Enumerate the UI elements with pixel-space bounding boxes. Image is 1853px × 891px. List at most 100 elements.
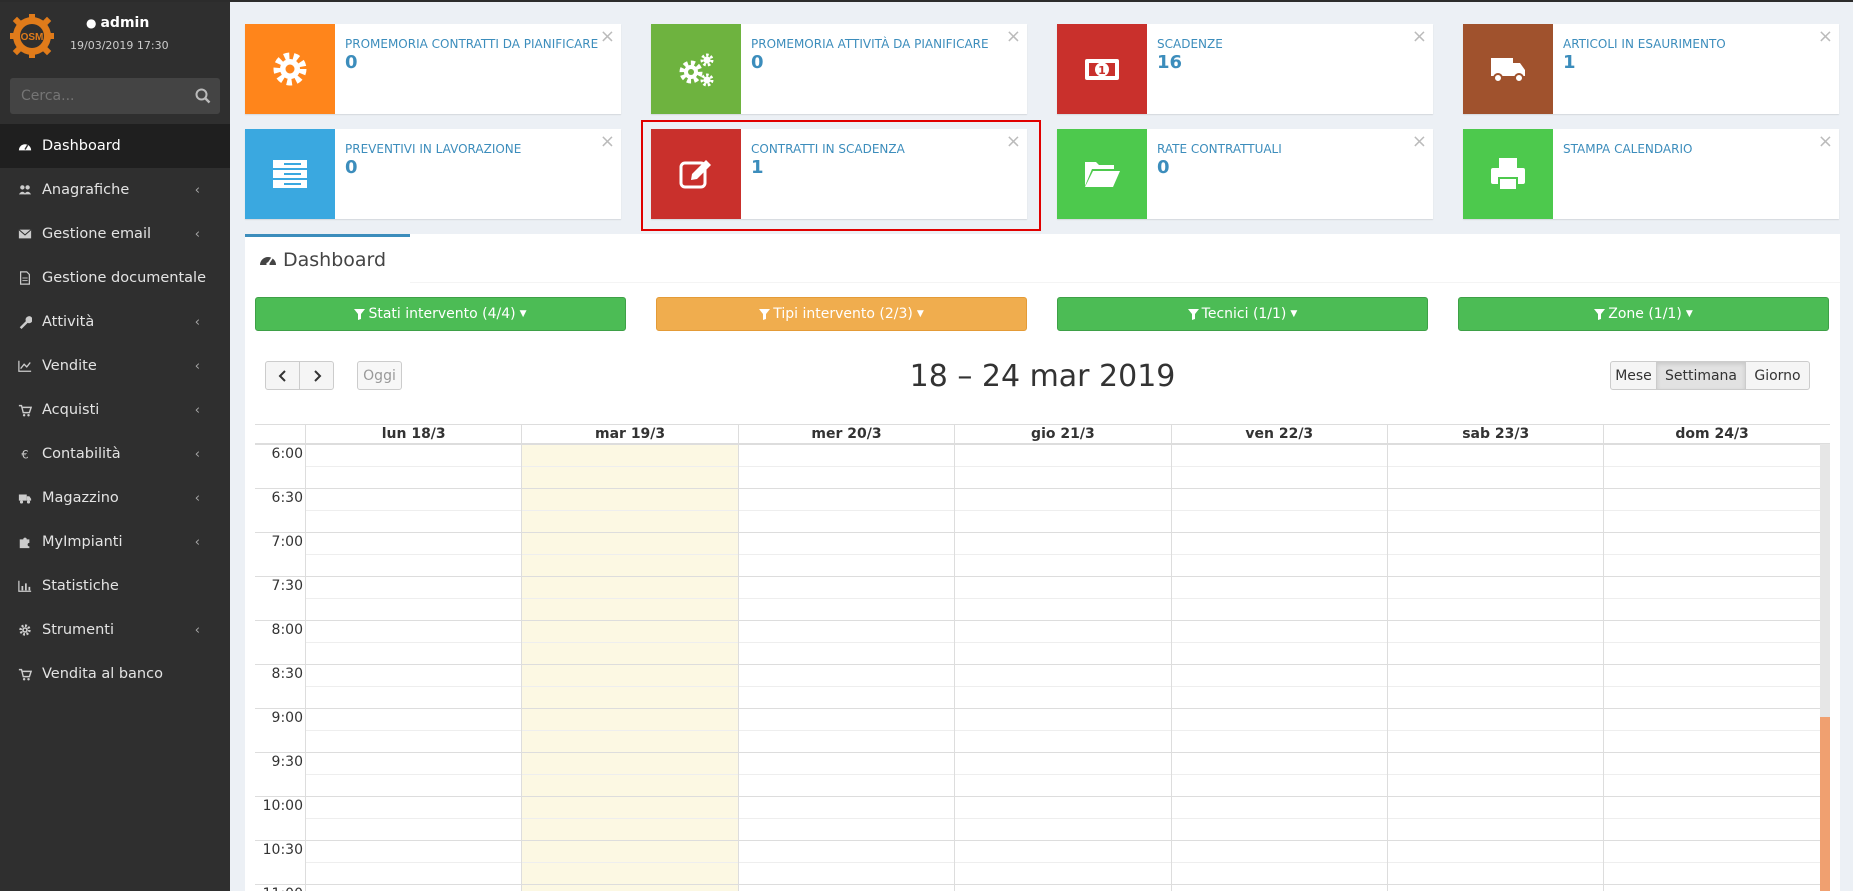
- sidebar-item-vendita-al-banco[interactable]: Vendita al banco: [0, 652, 230, 696]
- chevron-left-icon: ‹: [194, 227, 200, 242]
- filter-tecnici-button[interactable]: Tecnici (1/1) ▼: [1057, 297, 1428, 331]
- time-slot-divider: [305, 642, 1820, 643]
- today-button[interactable]: Oggi: [357, 361, 402, 390]
- time-slot-divider: [305, 730, 1820, 731]
- time-slot-line: [255, 620, 1820, 621]
- close-icon[interactable]: ×: [1818, 131, 1833, 152]
- scrollbar-thumb[interactable]: [1820, 717, 1830, 891]
- filter-tipi-button[interactable]: Tipi intervento (2/3) ▼: [656, 297, 1027, 331]
- sidebar-item-contabilità[interactable]: € Contabilità ‹: [0, 432, 230, 476]
- chevron-left-icon: [278, 369, 286, 382]
- day-header[interactable]: ven 22/3: [1170, 425, 1387, 445]
- file-icon: [17, 270, 33, 286]
- filter-icon: [1187, 308, 1199, 320]
- filter-stati-button[interactable]: Stati intervento (4/4) ▼: [255, 297, 626, 331]
- day-header[interactable]: lun 18/3: [305, 425, 521, 445]
- sidebar-item-vendite[interactable]: Vendite ‹: [0, 344, 230, 388]
- sidebar-item-dashboard[interactable]: Dashboard: [0, 124, 230, 168]
- day-column-line: [305, 444, 306, 891]
- user-datetime: 19/03/2019 17:30: [70, 39, 169, 52]
- filter-zone-button[interactable]: Zone (1/1) ▼: [1458, 297, 1829, 331]
- user-name-label: admin: [100, 15, 150, 31]
- info-box-stampa-calendario[interactable]: STAMPA CALENDARIO ×: [1463, 129, 1839, 219]
- sidebar-item-gestione-email[interactable]: Gestione email ‹: [0, 212, 230, 256]
- time-label: 10:00: [262, 798, 303, 814]
- search-input[interactable]: [10, 78, 180, 114]
- info-box-contratti-in-scadenza[interactable]: CONTRATTI IN SCADENZA 1 ×: [651, 129, 1027, 219]
- time-slot-divider: [305, 598, 1820, 599]
- tab-divider: [410, 282, 1840, 283]
- sidebar-item-statistiche[interactable]: Statistiche: [0, 564, 230, 608]
- info-box-title[interactable]: PROMEMORIA ATTIVITÀ DA PIANIFICARE: [751, 37, 989, 51]
- info-box-title[interactable]: RATE CONTRATTUALI: [1157, 142, 1282, 156]
- close-icon[interactable]: ×: [1412, 26, 1427, 47]
- cart-icon: [17, 402, 33, 418]
- day-column-line: [737, 444, 739, 891]
- info-box-value: 0: [345, 52, 358, 73]
- info-box-value: 1: [1563, 52, 1576, 73]
- info-box-preventivi-in-lavorazione[interactable]: PREVENTIVI IN LAVORAZIONE 0 ×: [245, 129, 621, 219]
- day-header[interactable]: dom 24/3: [1603, 425, 1819, 445]
- info-box-promemoria-attività-da-pianificare[interactable]: PROMEMORIA ATTIVITÀ DA PIANIFICARE 0 ×: [651, 24, 1027, 114]
- filter-label: Zone (1/1): [1608, 306, 1682, 322]
- chevron-left-icon: ‹: [194, 403, 200, 418]
- info-box-rate-contrattuali[interactable]: RATE CONTRATTUALI 0 ×: [1057, 129, 1433, 219]
- calendar-grid: lun 18/3 mar 19/3 mer 20/3 gio 21/3 ven 22/3…: [255, 424, 1830, 891]
- sidebar-item-myimpianti[interactable]: MyImpianti ‹: [0, 520, 230, 564]
- time-slot-line: [255, 664, 1820, 665]
- dashboard-icon: [260, 257, 276, 266]
- info-box-title[interactable]: CONTRATTI IN SCADENZA: [751, 142, 905, 156]
- info-box-scadenze[interactable]: 1 SCADENZE 16 ×: [1057, 24, 1433, 114]
- info-box-articoli-in-esaurimento[interactable]: ARTICOLI IN ESAURIMENTO 1 ×: [1463, 24, 1839, 114]
- info-box-title[interactable]: ARTICOLI IN ESAURIMENTO: [1563, 37, 1726, 51]
- day-header[interactable]: mar 19/3: [521, 425, 737, 445]
- time-label: 11:00: [257, 886, 303, 891]
- close-icon[interactable]: ×: [1818, 26, 1833, 47]
- svg-text:1: 1: [1098, 64, 1106, 77]
- sidebar-item-acquisti[interactable]: Acquisti ‹: [0, 388, 230, 432]
- close-icon[interactable]: ×: [1412, 131, 1427, 152]
- view-mese-button[interactable]: Mese: [1610, 361, 1657, 390]
- close-icon[interactable]: ×: [600, 26, 615, 47]
- next-week-button[interactable]: [299, 361, 334, 390]
- view-settimana-button[interactable]: Settimana: [1656, 361, 1746, 390]
- filter-label: Tecnici (1/1): [1201, 306, 1287, 322]
- day-header[interactable]: gio 21/3: [954, 425, 1170, 445]
- user-name[interactable]: ● admin: [86, 15, 149, 31]
- chevron-left-icon: ‹: [194, 183, 200, 198]
- info-box-title[interactable]: PREVENTIVI IN LAVORAZIONE: [345, 142, 521, 156]
- chevron-left-icon: ‹: [194, 447, 200, 462]
- envelope-icon: [17, 226, 33, 242]
- sidebar-item-label: Contabilità: [42, 446, 121, 462]
- sidebar-item-strumenti[interactable]: Strumenti ‹: [0, 608, 230, 652]
- day-column-line: [1170, 444, 1172, 891]
- sidebar-item-label: Vendite: [42, 358, 97, 374]
- time-label: 8:00: [271, 622, 303, 638]
- info-box-title[interactable]: STAMPA CALENDARIO: [1563, 142, 1692, 156]
- info-box-title[interactable]: SCADENZE: [1157, 37, 1223, 51]
- svg-text:OSM: OSM: [21, 32, 44, 43]
- close-icon[interactable]: ×: [600, 131, 615, 152]
- time-slot-line: [255, 576, 1820, 577]
- close-icon[interactable]: ×: [1006, 26, 1021, 47]
- prev-week-button[interactable]: [265, 361, 300, 390]
- view-giorno-button[interactable]: Giorno: [1745, 361, 1810, 390]
- day-header[interactable]: mer 20/3: [737, 425, 954, 445]
- search-icon[interactable]: [194, 87, 212, 105]
- sidebar-item-magazzino[interactable]: Magazzino ‹: [0, 476, 230, 520]
- sidebar-item-gestione-documentale[interactable]: Gestione documentale: [0, 256, 230, 300]
- time-slot-divider: [305, 686, 1820, 687]
- caret-down-icon: ▼: [1685, 309, 1693, 319]
- tab-dashboard[interactable]: Dashboard: [245, 234, 410, 283]
- calendar-title: 18 – 24 mar 2019: [909, 359, 1176, 394]
- sidebar-item-attività[interactable]: Attività ‹: [0, 300, 230, 344]
- info-box-value: 0: [751, 52, 764, 73]
- day-header[interactable]: sab 23/3: [1387, 425, 1603, 445]
- close-icon[interactable]: ×: [1006, 131, 1021, 152]
- filter-icon: [354, 308, 366, 320]
- info-box-title[interactable]: PROMEMORIA CONTRATTI DA PIANIFICARE: [345, 37, 598, 51]
- info-box-promemoria-contratti-da-pianificare[interactable]: PROMEMORIA CONTRATTI DA PIANIFICARE 0 ×: [245, 24, 621, 114]
- info-box-value: 1: [751, 157, 764, 178]
- sidebar-item-anagrafiche[interactable]: Anagrafiche ‹: [0, 168, 230, 212]
- dashboard-icon: [17, 138, 33, 154]
